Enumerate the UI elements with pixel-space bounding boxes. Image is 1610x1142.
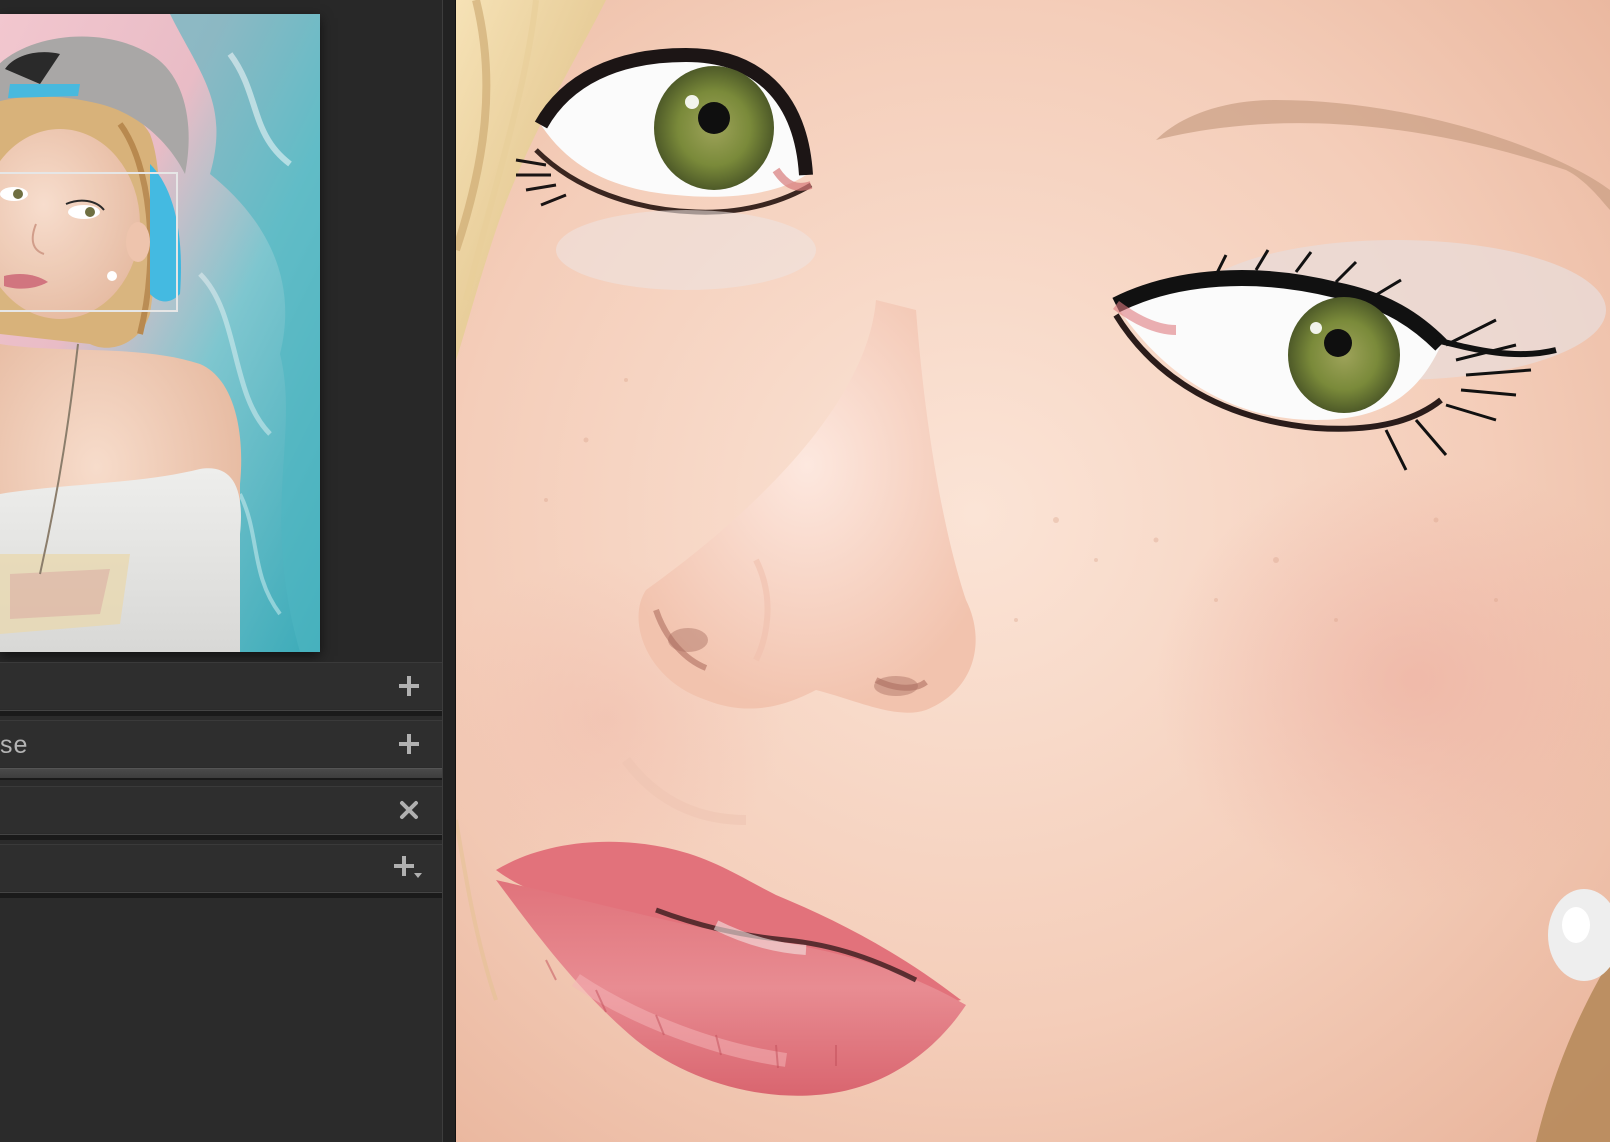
main-photo-canvas[interactable] [456, 0, 1610, 1142]
close-panel-button[interactable] [392, 793, 426, 827]
add-item-button[interactable] [392, 727, 426, 761]
panel-row-2[interactable]: se [0, 720, 442, 767]
panel-row-1[interactable] [0, 662, 442, 709]
plus-icon [399, 734, 419, 754]
panel-empty-area [0, 924, 442, 1142]
close-icon [400, 801, 418, 819]
panel-row-3[interactable] [0, 786, 442, 833]
panel-divider[interactable] [442, 0, 456, 1142]
navigator-viewport-box[interactable] [0, 172, 178, 312]
plus-dropdown-icon [394, 856, 422, 878]
thumbnail-image [0, 14, 320, 652]
left-panel: se [0, 0, 456, 1142]
add-dropdown-button[interactable] [392, 851, 426, 885]
plus-icon [399, 676, 419, 696]
navigator-thumbnail[interactable] [0, 14, 320, 652]
panel-separator [0, 834, 442, 840]
panel-separator [0, 892, 442, 898]
zoomed-portrait-image [456, 0, 1610, 1142]
panel-row-4[interactable] [0, 844, 442, 891]
photo-editor-window: se [0, 0, 1610, 1142]
panel-row-2-label: se [0, 731, 29, 759]
navigator-panel [0, 0, 444, 676]
panel-separator [0, 710, 442, 716]
add-preset-button[interactable] [392, 669, 426, 703]
panel-scrollbar-separator[interactable] [0, 768, 442, 780]
